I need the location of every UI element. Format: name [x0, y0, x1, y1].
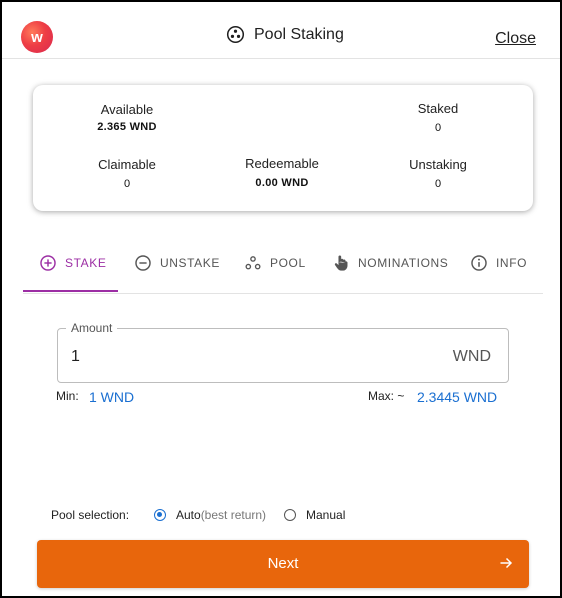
stat-value: 2.365 WND [97, 121, 157, 133]
radio-manual-label[interactable]: Manual [306, 508, 345, 522]
stat-value: 0.00 WND [255, 177, 309, 189]
stat-label: Redeemable [245, 156, 319, 171]
amount-unit: WND [452, 348, 491, 365]
next-button-label: Next [267, 555, 299, 572]
minus-circle-icon [135, 255, 151, 271]
logo-letter: w [31, 28, 43, 46]
amount-field-label: Amount [66, 321, 118, 335]
header: w Pool Staking Close [2, 2, 560, 59]
pool-icon [245, 256, 261, 270]
tab-nominations[interactable]: NOMINATIONS [332, 234, 448, 292]
plus-circle-icon [40, 255, 56, 271]
title-group: Pool Staking [226, 25, 344, 44]
stat-value: 0 [123, 178, 131, 190]
stat-available: Available 2.365 WND [67, 102, 187, 133]
pool-icon [226, 25, 245, 44]
max-label: Max: ~ [368, 389, 405, 403]
stat-label: Staked [417, 101, 459, 116]
stat-redeemable: Redeemable 0.00 WND [222, 156, 342, 189]
hand-pointer-icon [334, 255, 348, 271]
tab-label: POOL [270, 256, 306, 270]
stat-value: 0 [434, 178, 442, 190]
active-tab-indicator [23, 290, 118, 292]
radio-manual[interactable] [284, 509, 296, 521]
page-title: Pool Staking [254, 25, 344, 43]
tab-pool[interactable]: POOL [244, 234, 306, 292]
min-value-link[interactable]: 1 WND [89, 389, 134, 405]
tab-label: STAKE [65, 256, 107, 270]
tab-label: NOMINATIONS [358, 256, 449, 270]
stat-label: Claimable [98, 157, 156, 172]
arrow-right-icon [500, 557, 513, 569]
stat-unstaking: Unstaking 0 [378, 157, 498, 190]
stat-label: Available [100, 102, 154, 117]
amount-value[interactable]: 1 [71, 348, 80, 366]
next-button[interactable]: Next [37, 540, 529, 588]
stat-label: Unstaking [409, 157, 467, 172]
radio-auto-text: Auto [176, 508, 201, 522]
tab-stake[interactable]: STAKE [39, 234, 106, 292]
tab-label: UNSTAKE [160, 256, 220, 270]
radio-auto[interactable] [154, 509, 166, 521]
min-label: Min: [56, 389, 79, 403]
radio-auto-label[interactable]: Auto(best return) [176, 508, 266, 522]
max-value-link[interactable]: 2.3445 WND [417, 389, 497, 405]
close-button[interactable]: Close [495, 30, 536, 48]
stat-staked: Staked 0 [378, 101, 498, 134]
stat-claimable: Claimable 0 [67, 157, 187, 190]
radio-auto-hint: (best return) [200, 508, 267, 522]
app-logo-icon: w [21, 21, 53, 53]
pool-staking-window: w Pool Staking Close Available 2.365 WND… [0, 0, 562, 598]
tab-unstake[interactable]: UNSTAKE [134, 234, 220, 292]
amount-input[interactable] [57, 328, 509, 383]
stats-card: Available 2.365 WND Staked 0 Claimable 0… [33, 85, 533, 211]
tab-info[interactable]: INFO [470, 234, 527, 292]
tab-label: INFO [496, 256, 528, 270]
stat-value: 0 [434, 122, 442, 134]
tab-bar: STAKE UNSTAKE POOL NOMINATIONS INFO [23, 234, 543, 294]
pool-selection-label: Pool selection: [51, 508, 130, 522]
info-icon [471, 255, 487, 271]
